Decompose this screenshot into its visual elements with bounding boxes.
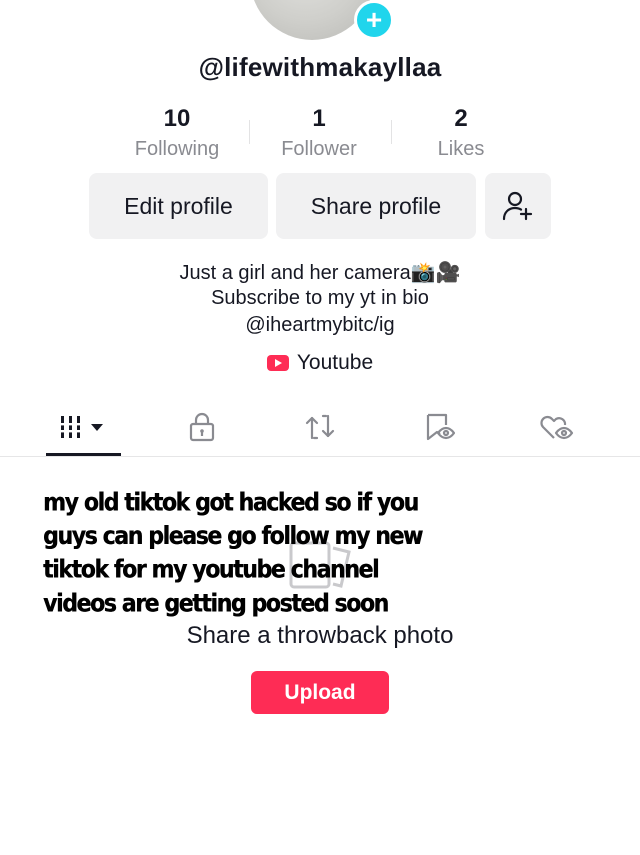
bio-line: Subscribe to my yt in bio [211,287,429,309]
following-count: 10 [163,105,191,132]
tab-favorites[interactable] [398,405,478,449]
likes-label: Likes [437,138,485,160]
youtube-link-label: Youtube [296,351,374,374]
add-friends-button[interactable] [485,173,551,239]
upload-button[interactable]: Upload [251,671,389,714]
following-stat[interactable]: 10 Following [107,104,247,161]
bio-line: Just a girl and her camera📸🎥 [179,262,461,284]
tab-videos-grid[interactable] [44,405,124,449]
tabs-divider [0,456,640,457]
repost-icon [305,414,335,440]
share-profile-button[interactable]: Share profile [276,173,476,239]
edit-profile-button[interactable]: Edit profile [89,173,268,239]
tab-reposts[interactable] [280,405,360,449]
overlay-caption: my old tiktok got hacked so if you guys … [43,489,423,619]
youtube-icon [266,355,289,371]
person-plus-icon [502,191,533,221]
grid-bars-icon [59,416,103,438]
follower-stat[interactable]: 1 Follower [249,104,389,161]
lock-icon [189,412,215,442]
tab-liked[interactable] [516,405,596,449]
tab-private[interactable] [162,405,242,449]
following-label: Following [134,138,220,160]
add-avatar-icon[interactable]: + [354,0,394,40]
heart-hidden-icon [540,415,574,440]
likes-stat[interactable]: 2 Likes [391,104,531,161]
empty-state-title: Share a throwback photo [186,622,454,649]
bio-line: @iheartmybitc/ig [245,314,395,336]
username: @lifewithmakayllaa [198,52,442,82]
follower-label: Follower [281,138,357,160]
follower-count: 1 [312,105,326,132]
bookmark-hidden-icon [426,413,455,441]
likes-count: 2 [454,105,468,132]
chevron-down-icon [91,424,103,431]
youtube-link[interactable]: Youtube [0,351,640,375]
